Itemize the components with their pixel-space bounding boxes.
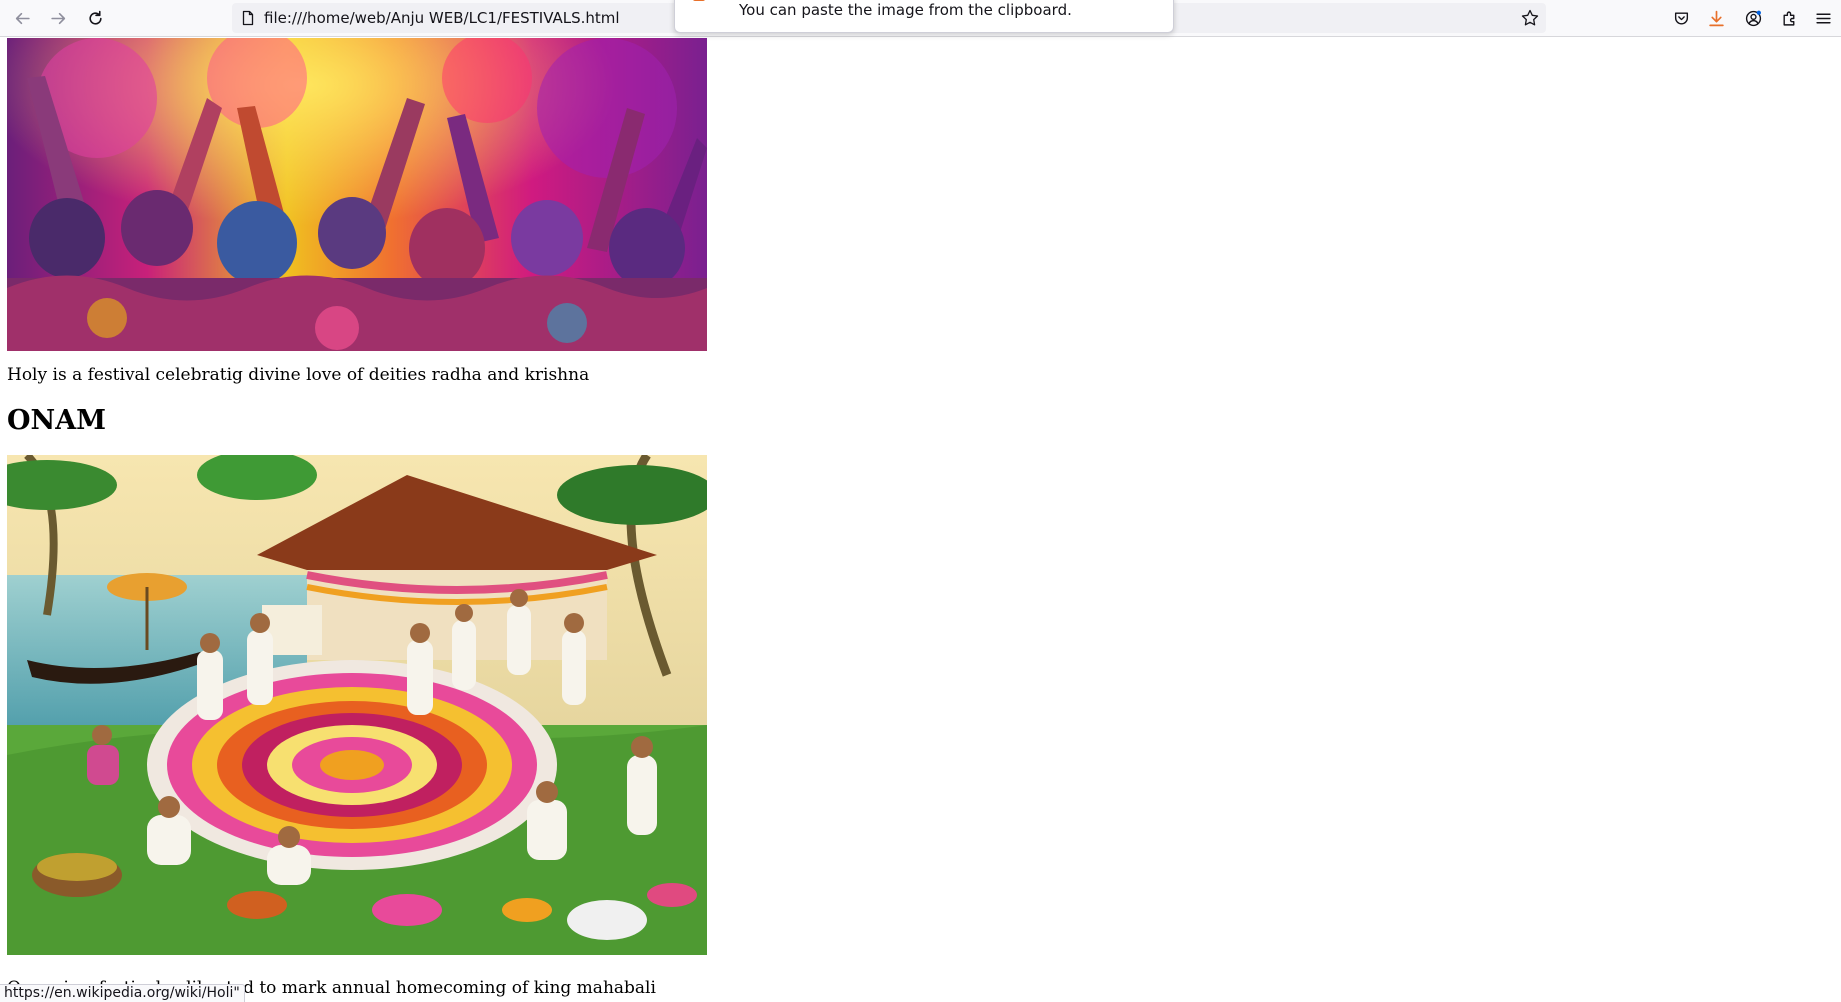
page-icon bbox=[242, 10, 254, 26]
forward-arrow-icon bbox=[50, 12, 65, 24]
notification-text: You can paste the image from the clipboa… bbox=[739, 1, 1072, 19]
pocket-button[interactable] bbox=[1668, 5, 1694, 31]
page-content: Holy is a festival celebratig divine lov… bbox=[0, 38, 1841, 1002]
account-icon bbox=[1745, 10, 1761, 26]
menu-icon bbox=[1815, 13, 1831, 23]
holi-crowd-picture bbox=[7, 38, 707, 351]
paste-notification: You can paste the image from the clipboa… bbox=[674, 0, 1174, 33]
reload-icon bbox=[88, 10, 102, 25]
holi-image[interactable] bbox=[7, 38, 707, 351]
onam-heading: ONAM bbox=[7, 405, 107, 436]
back-button[interactable] bbox=[9, 5, 35, 31]
extensions-button[interactable] bbox=[1776, 5, 1802, 31]
forward-button[interactable] bbox=[45, 5, 71, 31]
url-text[interactable]: file:///home/web/Anju WEB/LC1/FESTIVALS.… bbox=[264, 9, 620, 27]
link-status-bar: https://en.wikipedia.org/wiki/Holi" bbox=[0, 984, 245, 1002]
holi-caption: Holy is a festival celebratig divine lov… bbox=[7, 365, 590, 385]
download-icon bbox=[1708, 10, 1724, 26]
notification-icon bbox=[693, 0, 705, 1]
account-button[interactable] bbox=[1740, 5, 1766, 31]
pocket-icon bbox=[1674, 11, 1688, 24]
back-arrow-icon bbox=[15, 12, 30, 24]
downloads-button[interactable] bbox=[1703, 5, 1729, 31]
onam-image[interactable] bbox=[7, 455, 707, 955]
extensions-icon bbox=[1782, 11, 1794, 26]
reload-button[interactable] bbox=[82, 5, 108, 31]
onam-celebration-picture bbox=[7, 455, 707, 955]
bookmark-star-icon[interactable] bbox=[1520, 8, 1540, 28]
app-menu-button[interactable] bbox=[1810, 5, 1836, 31]
